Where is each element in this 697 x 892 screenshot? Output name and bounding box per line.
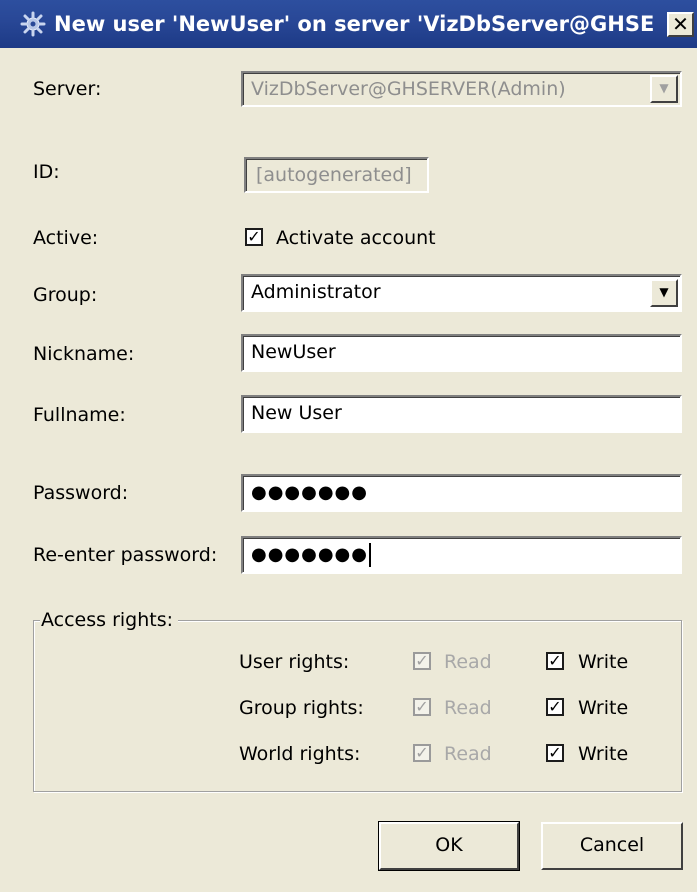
close-button[interactable]: ✕ [667, 12, 694, 37]
close-icon: ✕ [672, 12, 689, 36]
reenter-password-value: ●●●●●●● [251, 544, 368, 565]
user-rights-read-label: Read [444, 651, 492, 673]
activate-account-checkbox[interactable]: ✓ [245, 228, 263, 246]
checkmark-icon: ✓ [415, 651, 429, 670]
group-rights-label: Group rights: [239, 697, 364, 719]
group-value: Administrator [251, 281, 381, 303]
active-label: Active: [33, 227, 99, 249]
checkmark-icon: ✓ [415, 743, 429, 762]
user-rights-label: User rights: [239, 651, 350, 673]
server-dropdown-button: ▼ [650, 75, 678, 103]
activate-account-label[interactable]: Activate account [276, 226, 436, 250]
checkmark-icon: ✓ [548, 743, 562, 762]
reenter-password-field[interactable]: ●●●●●●● [241, 536, 682, 574]
group-rights-write-checkbox[interactable]: ✓ [546, 698, 564, 716]
group-rights-write-label[interactable]: Write [578, 696, 628, 720]
ok-button[interactable]: OK [378, 821, 520, 871]
nickname-field[interactable]: NewUser [241, 334, 682, 372]
checkmark-icon: ✓ [415, 697, 429, 716]
checkmark-icon: ✓ [548, 651, 562, 670]
server-value: VizDbServer@GHSERVER(Admin) [251, 78, 566, 100]
fullname-label: Fullname: [33, 404, 126, 426]
world-rights-read-checkbox: ✓ [413, 744, 431, 762]
access-rights-title: Access rights: [40, 608, 179, 632]
fullname-field[interactable]: New User [241, 395, 682, 433]
password-label: Password: [33, 482, 129, 504]
nickname-value: NewUser [251, 341, 336, 363]
password-value: ●●●●●●● [251, 482, 368, 503]
id-label: ID: [33, 161, 60, 183]
gear-icon [20, 11, 46, 37]
world-rights-write-label[interactable]: Write [578, 742, 628, 766]
password-field[interactable]: ●●●●●●● [241, 474, 682, 512]
server-label: Server: [33, 78, 102, 100]
checkmark-icon: ✓ [247, 227, 261, 246]
world-rights-write-checkbox[interactable]: ✓ [546, 744, 564, 762]
fullname-value: New User [251, 402, 342, 424]
checkmark-icon: ✓ [548, 697, 562, 716]
id-value: [autogenerated] [256, 164, 412, 186]
user-rights-write-checkbox[interactable]: ✓ [546, 652, 564, 670]
chevron-down-icon: ▼ [659, 81, 669, 95]
server-select: VizDbServer@GHSERVER(Admin) [241, 71, 682, 107]
id-field: [autogenerated] [244, 157, 429, 193]
group-rights-read-checkbox: ✓ [413, 698, 431, 716]
group-rights-read-label: Read [444, 697, 492, 719]
title-bar[interactable]: New user 'NewUser' on server 'VizDbServe… [0, 0, 697, 48]
group-select[interactable]: Administrator [241, 274, 682, 312]
group-label: Group: [33, 284, 98, 306]
user-rights-write-label[interactable]: Write [578, 650, 628, 674]
world-rights-label: World rights: [239, 743, 361, 765]
chevron-down-icon: ▼ [659, 285, 669, 299]
window-title: New user 'NewUser' on server 'VizDbServe… [54, 12, 654, 36]
user-rights-read-checkbox: ✓ [413, 652, 431, 670]
reenter-password-label: Re-enter password: [33, 544, 218, 566]
text-cursor [368, 542, 371, 567]
nickname-label: Nickname: [33, 343, 135, 365]
group-dropdown-button[interactable]: ▼ [650, 279, 678, 307]
world-rights-read-label: Read [444, 743, 492, 765]
cancel-button[interactable]: Cancel [541, 822, 683, 870]
